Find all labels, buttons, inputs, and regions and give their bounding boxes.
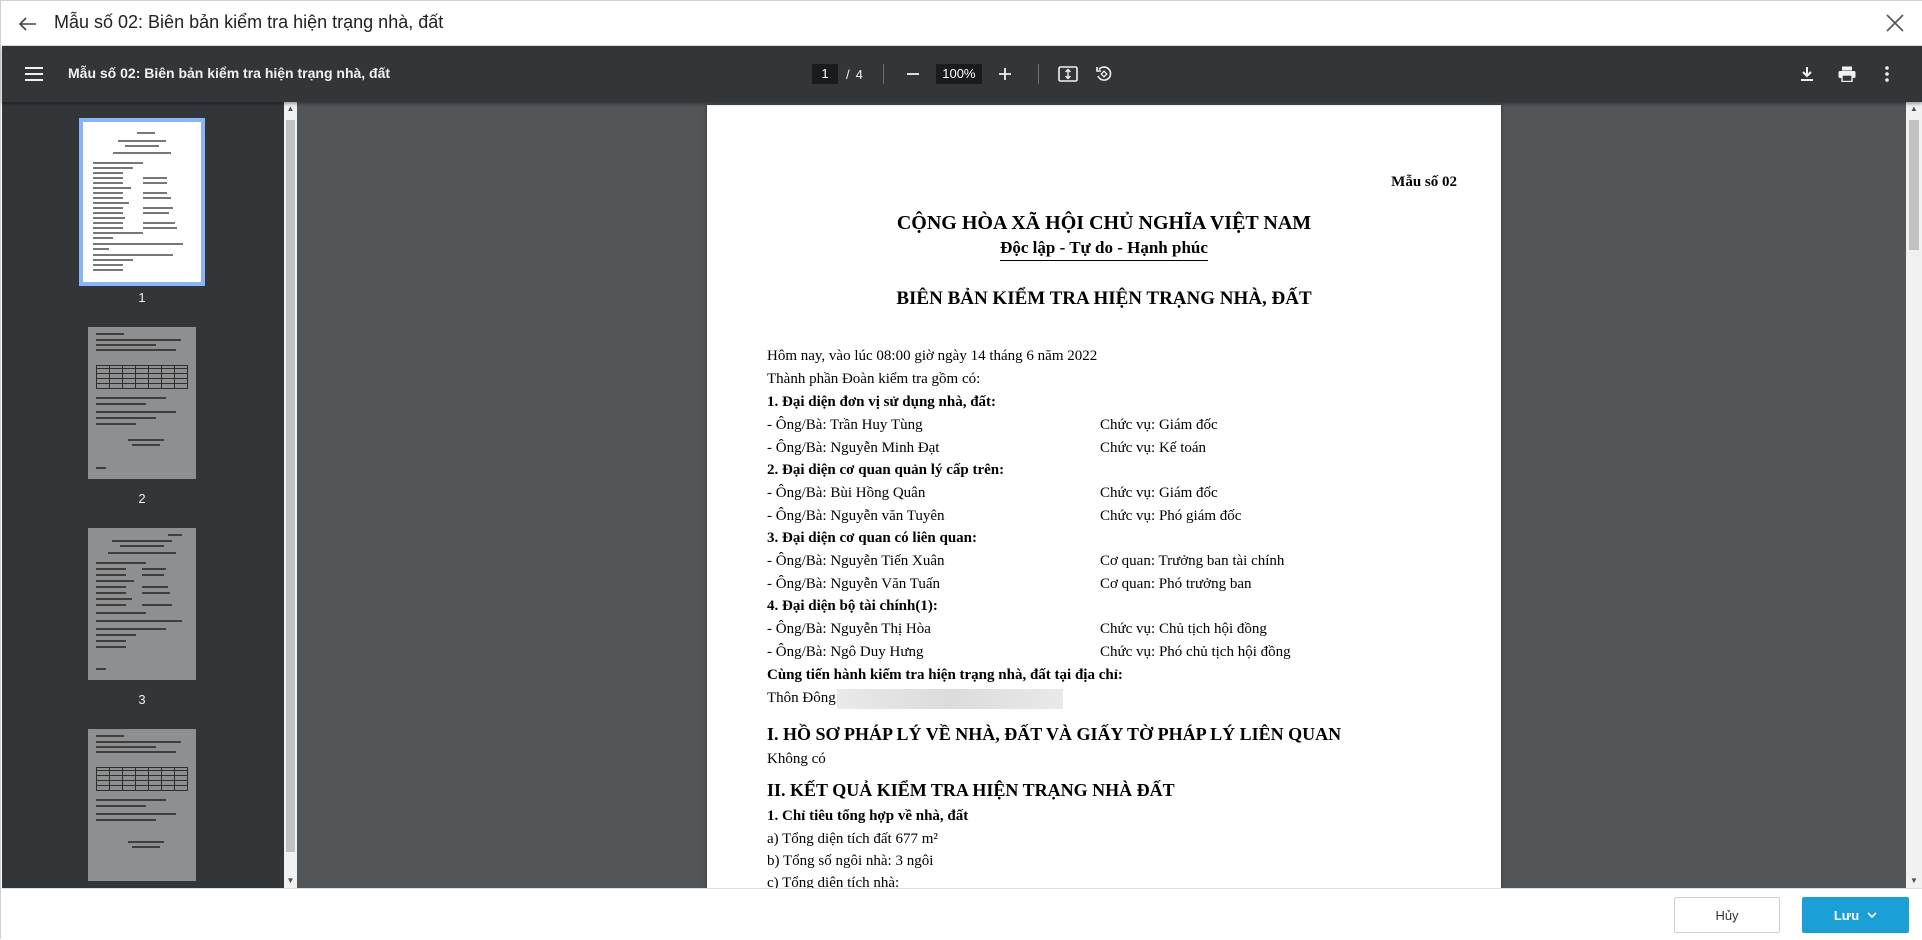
section-heading: 2. Đại diện cơ quan quản lý cấp trên: bbox=[767, 462, 1005, 478]
toolbar-divider bbox=[1037, 64, 1039, 84]
nation-heading: CỘNG HÒA XÃ HỘI CHỦ NGHĨA VIỆT NAM bbox=[896, 212, 1312, 234]
thumbnail-label: 3 bbox=[138, 692, 146, 707]
motto-text: Độc lập - Tự do - Hạnh phúc bbox=[1000, 238, 1208, 261]
section-heading: 3. Đại diện cơ quan có liên quan: bbox=[767, 530, 978, 546]
page-zoom-controls: 1 / 4 100% bbox=[812, 60, 1117, 88]
scroll-up-icon[interactable]: ▲ bbox=[284, 102, 297, 116]
member-role: Chức vụ: Giám đốc bbox=[1100, 417, 1218, 433]
close-button[interactable] bbox=[1881, 9, 1909, 37]
toolbar-doc-title: Mẫu số 02: Biên bản kiểm tra hiện trạng … bbox=[68, 65, 391, 81]
scroll-down-icon[interactable]: ▼ bbox=[284, 874, 297, 888]
part-heading: I. HỒ SƠ PHÁP LÝ VỀ NHÀ, ĐẤT VÀ GIẤY TỜ … bbox=[767, 724, 1342, 744]
page-thumbnail[interactable] bbox=[79, 118, 205, 286]
document-viewer: Mẫu số 02 CỘNG HÒA XÃ HỘI CHỦ NGHĨA VIỆT… bbox=[297, 102, 1906, 888]
dialog-title: Mẫu số 02: Biên bản kiểm tra hiện trạng … bbox=[54, 12, 444, 32]
member-role: Chức vụ: Phó chủ tịch hội đồng bbox=[1100, 644, 1291, 660]
member-name: - Ông/Bà: Trần Huy Tùng bbox=[767, 417, 923, 433]
back-button[interactable] bbox=[15, 11, 41, 37]
cancel-button[interactable]: Hủy bbox=[1674, 897, 1780, 933]
scroll-down-icon[interactable]: ▼ bbox=[1906, 874, 1922, 888]
zoom-level-input[interactable]: 100% bbox=[935, 64, 982, 84]
page-separator: / bbox=[846, 66, 850, 82]
close-icon bbox=[1886, 14, 1904, 32]
member-role: Cơ quan: Trưởng ban tài chính bbox=[1100, 553, 1285, 569]
summary-line: b) Tổng số ngôi nhà: 3 ngôi bbox=[767, 853, 934, 869]
section-heading: 4. Đại diện bộ tài chính(1): bbox=[767, 598, 938, 614]
member-role: Cơ quan: Phó trưởng ban bbox=[1100, 576, 1252, 592]
pdf-preview-dialog: Mẫu số 02: Biên bản kiểm tra hiện trạng … bbox=[0, 0, 1922, 940]
member-name: - Ông/Bà: Nguyễn Minh Đạt bbox=[767, 440, 940, 456]
toolbar-divider bbox=[882, 64, 884, 84]
sidebar-scroll-thumb[interactable] bbox=[286, 120, 295, 852]
intro-time: Hôm nay, vào lúc 08:00 giờ ngày 14 tháng… bbox=[767, 348, 1098, 364]
page-thumbnail[interactable] bbox=[88, 327, 196, 479]
thumbnail-sidebar: 1 2 3 ▲ ▼ bbox=[2, 102, 297, 888]
save-label: Lưu bbox=[1833, 907, 1860, 923]
print-icon bbox=[1838, 66, 1856, 82]
thumbnail-label: 2 bbox=[138, 491, 146, 506]
summary-line: c) Tổng diện tích nhà: bbox=[767, 875, 900, 888]
document-title: BIÊN BẢN KIỂM TRA HIỆN TRẠNG NHÀ, ĐẤT bbox=[896, 288, 1312, 309]
part-heading: II. KẾT QUẢ KIỂM TRA HIỆN TRẠNG NHÀ ĐẤT bbox=[767, 780, 1175, 800]
pdf-toolbar: Mẫu số 02: Biên bản kiểm tra hiện trạng … bbox=[2, 46, 1922, 102]
form-number: Mẫu số 02 bbox=[1391, 174, 1457, 190]
sidebar-toggle-button[interactable] bbox=[22, 62, 46, 86]
rotate-icon bbox=[1096, 66, 1112, 81]
member-name: - Ông/Bà: Nguyễn văn Tuyên bbox=[767, 508, 945, 524]
zoom-out-icon bbox=[906, 73, 919, 75]
dialog-footer: Hủy Lưu bbox=[1, 888, 1922, 940]
summary-line: a) Tổng diện tích đất 677 m² bbox=[767, 831, 938, 847]
zoom-out-button[interactable] bbox=[900, 61, 926, 87]
download-icon bbox=[1801, 67, 1813, 81]
menu-icon bbox=[25, 67, 43, 81]
scroll-up-icon[interactable]: ▲ bbox=[1906, 102, 1922, 116]
save-button[interactable]: Lưu bbox=[1802, 897, 1909, 933]
address-value: Thôn Đông bbox=[767, 690, 836, 706]
page-total: 4 bbox=[855, 66, 863, 82]
member-name: - Ông/Bà: Nguyễn Văn Tuấn bbox=[767, 576, 941, 592]
pdf-page: Mẫu số 02 CỘNG HÒA XÃ HỘI CHỦ NGHĨA VIỆT… bbox=[707, 105, 1501, 888]
member-role: Chức vụ: Giám đốc bbox=[1100, 485, 1218, 501]
viewer-scroll-thumb[interactable] bbox=[1909, 120, 1919, 250]
print-button[interactable] bbox=[1834, 61, 1860, 87]
zoom-in-icon bbox=[998, 68, 1011, 80]
dialog-header: Mẫu số 02: Biên bản kiểm tra hiện trạng … bbox=[1, 1, 1922, 46]
member-role: Chức vụ: Kế toán bbox=[1100, 440, 1207, 456]
thumbnail-label: 1 bbox=[138, 290, 146, 305]
toolbar-actions bbox=[1794, 61, 1900, 87]
member-role: Chức vụ: Chủ tịch hội đồng bbox=[1100, 621, 1267, 637]
motto: Độc lập - Tự do - Hạnh phúc bbox=[707, 238, 1501, 261]
page-thumbnail[interactable] bbox=[88, 528, 196, 680]
section-heading: 1. Đại diện đơn vị sử dụng nhà, đất: bbox=[767, 394, 997, 410]
intro-team: Thành phần Đoàn kiểm tra gồm có: bbox=[767, 371, 981, 387]
page-number-input[interactable]: 1 bbox=[812, 64, 838, 84]
download-button[interactable] bbox=[1794, 61, 1820, 87]
member-name: - Ông/Bà: Nguyễn Tiến Xuân bbox=[767, 553, 945, 569]
sidebar-scrollbar[interactable]: ▲ ▼ bbox=[284, 102, 297, 888]
member-name: - Ông/Bà: Bùi Hồng Quân bbox=[767, 485, 926, 501]
more-vert-icon bbox=[1885, 66, 1889, 82]
more-options-button[interactable] bbox=[1874, 61, 1900, 87]
fit-page-button[interactable] bbox=[1055, 61, 1081, 87]
chevron-down-icon bbox=[1867, 912, 1877, 918]
part-value: Không có bbox=[767, 751, 826, 767]
subsection-heading: 1. Chỉ tiêu tổng hợp về nhà, đất bbox=[767, 808, 969, 824]
address-heading: Cùng tiến hành kiểm tra hiện trạng nhà, … bbox=[767, 667, 1123, 683]
redacted-address bbox=[837, 689, 1063, 709]
viewer-scrollbar[interactable]: ▲ ▼ bbox=[1906, 102, 1922, 888]
member-name: - Ông/Bà: Ngô Duy Hưng bbox=[767, 644, 924, 660]
member-role: Chức vụ: Phó giám đốc bbox=[1100, 508, 1242, 524]
rotate-button[interactable] bbox=[1091, 61, 1117, 87]
page-thumbnail[interactable] bbox=[88, 729, 196, 881]
fit-page-icon bbox=[1058, 66, 1078, 82]
zoom-in-button[interactable] bbox=[992, 61, 1018, 87]
member-name: - Ông/Bà: Nguyễn Thị Hòa bbox=[767, 621, 931, 637]
arrow-left-icon bbox=[19, 17, 36, 31]
